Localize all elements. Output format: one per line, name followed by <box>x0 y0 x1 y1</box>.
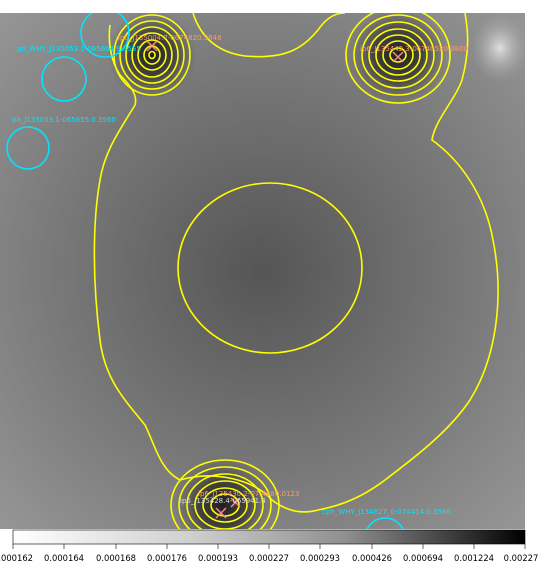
region-label-1: ph_WHY_J135053.1-065604.9.3555 <box>17 45 141 53</box>
colorbar-tick-1: 0.000164 <box>44 553 84 563</box>
source-label-top-right: ip6_J135442.3-06740520.3800 <box>360 45 468 53</box>
colorbar-tick-9: 0.001224 <box>454 553 494 563</box>
colorbar-tick-7: 0.000426 <box>352 553 392 563</box>
colorbar-tick-3: 0.000176 <box>147 553 187 563</box>
colorbar-tick-6: 0.000293 <box>300 553 340 563</box>
source-label-bottom-a: ip6_J135428.4-065941.4 <box>180 497 266 505</box>
colorbar: 0.000162 0.000164 0.000168 0.000176 0.00… <box>0 529 539 563</box>
region-label-3: cph_WHY_J134827_0-074414.0.3566 <box>322 508 451 516</box>
sky-image <box>0 13 525 529</box>
colorbar-tick-10: 0.00227 <box>504 553 539 563</box>
colorbar-tick-5: 0.000227 <box>249 553 289 563</box>
region-label-2: ph_J135053.1-065655.0.3560 <box>12 116 116 124</box>
colorbar-tick-2: 0.000168 <box>96 553 136 563</box>
source-label-top-left: ip6_J135004.7-0674820.3848 <box>118 34 222 42</box>
colorbar-tick-4: 0.000193 <box>198 553 238 563</box>
colorbar-tick-8: 0.000694 <box>403 553 443 563</box>
colorbar-ticks <box>12 544 526 549</box>
sky-image-viewer[interactable]: ph_WHY_J135053.1-065604.9.3555 ph_J13505… <box>0 0 541 577</box>
colorbar-tick-0: 0.000162 <box>0 553 33 563</box>
colorbar-gradient <box>12 529 526 545</box>
